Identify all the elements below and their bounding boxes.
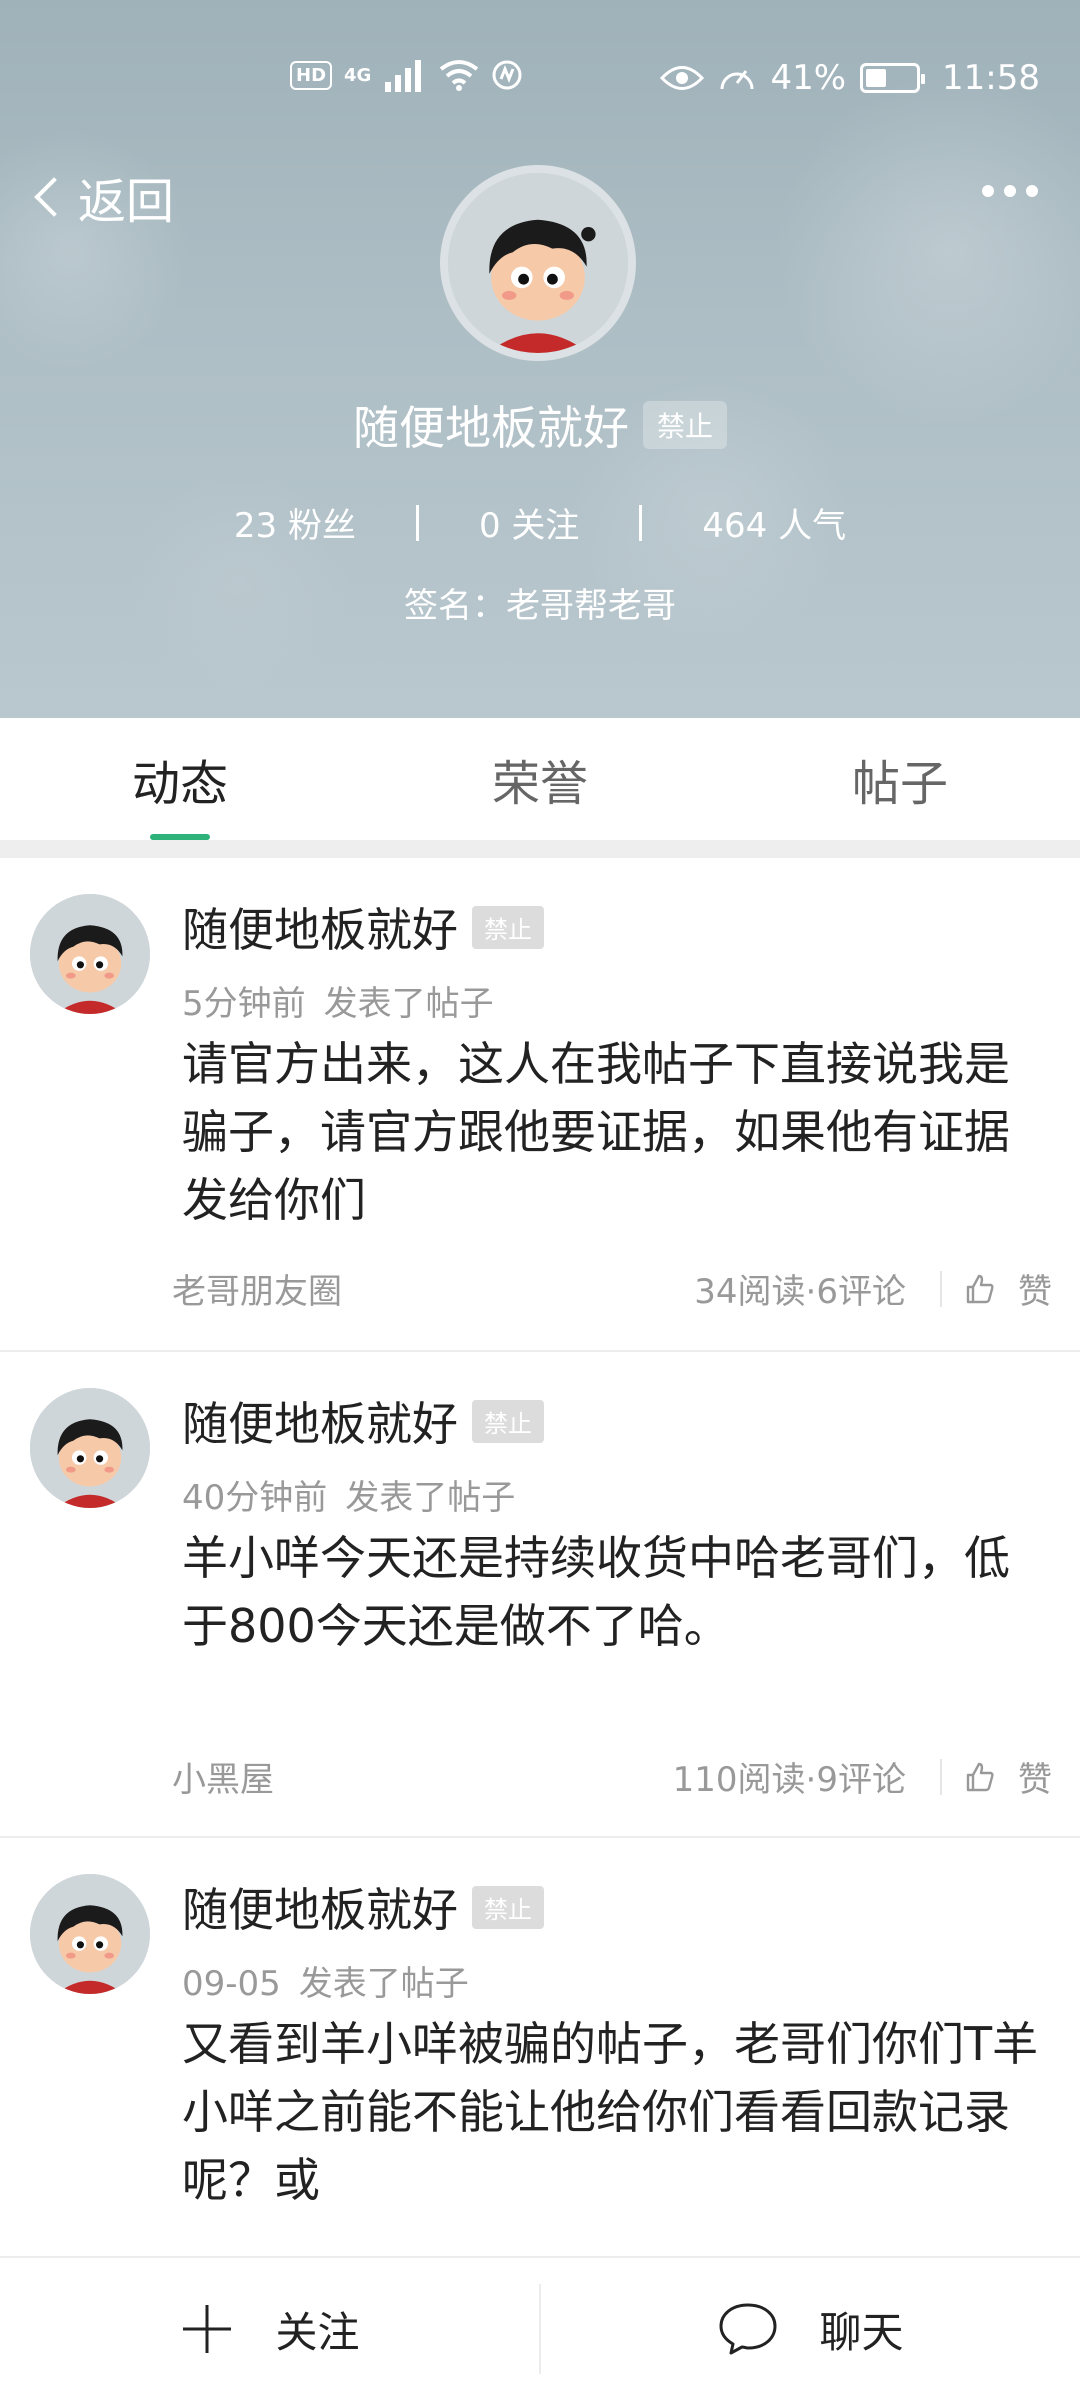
feed-post[interactable]: 随便地板就好 禁止 5分钟前 发表了帖子 请官方出来，这人在我帖子下直接说我是骗子… xyxy=(0,858,1080,1350)
post-author[interactable]: 随便地板就好 xyxy=(182,1874,458,1940)
profile-avatar[interactable] xyxy=(440,165,636,361)
post-author-row: 随便地板就好 禁止 xyxy=(182,894,544,960)
like-button[interactable]: 赞 xyxy=(1018,1752,1052,1801)
post-category[interactable]: 小黑屋 xyxy=(172,1752,673,1801)
post-action: 发表了帖子 xyxy=(298,1964,469,2004)
stat-popularity: 464 人气 xyxy=(642,498,906,547)
status-bar: HD 4G 41% 11:58 xyxy=(0,0,1080,160)
tab-honors[interactable]: 荣誉 xyxy=(360,718,720,840)
post-avatar[interactable] xyxy=(30,894,150,1014)
tab-label: 荣誉 xyxy=(491,756,588,812)
post-stats: 34阅读·6评论 xyxy=(694,1272,906,1312)
thumbs-up-icon[interactable] xyxy=(964,1273,996,1305)
chat-bubble-icon xyxy=(719,2303,777,2355)
tab-activity[interactable]: 动态 xyxy=(0,718,360,840)
post-action: 发表了帖子 xyxy=(323,984,494,1024)
plus-icon xyxy=(183,2305,232,2353)
battery-level xyxy=(866,69,887,87)
stat-followers[interactable]: 23 粉丝 xyxy=(174,498,416,547)
post-body[interactable]: 羊小咩今天还是持续收货中哈老哥们，低于800今天还是做不了哈。 xyxy=(182,1524,1052,1660)
avatar-cartoon-face xyxy=(30,1388,150,1508)
bottom-action-bar: 关注 聊天 xyxy=(0,2256,1080,2400)
network-type: 4G xyxy=(344,64,372,86)
post-author[interactable]: 随便地板就好 xyxy=(182,1388,458,1454)
post-meta: 40分钟前 发表了帖子 xyxy=(182,1470,515,1519)
post-time: 40分钟前 xyxy=(182,1478,328,1518)
stat-value: 23 xyxy=(233,506,278,546)
dot-icon xyxy=(1026,185,1038,197)
profile-name-row: 随便地板就好 禁止 xyxy=(0,392,1080,458)
clock: 11:58 xyxy=(942,58,1040,98)
profile-header: HD 4G 41% 11:58 返回 随便地板就好 禁止 23 粉丝 0 关注 … xyxy=(0,0,1080,718)
profile-signature: 签名：老哥帮老哥 xyxy=(404,586,676,626)
like-divider xyxy=(940,1758,942,1795)
more-options-button[interactable] xyxy=(982,185,1038,197)
tab-label: 帖子 xyxy=(851,756,948,812)
battery-percent: 41% xyxy=(770,58,847,98)
feed-post[interactable]: 随便地板就好 禁止 09-05 发表了帖子 又看到羊小咩被骗的帖子，老哥们你们T羊… xyxy=(0,1838,1080,2256)
follow-label: 关注 xyxy=(275,2307,360,2357)
chat-button[interactable]: 聊天 xyxy=(541,2258,1080,2400)
stat-label: 粉丝 xyxy=(287,506,356,546)
wifi-icon xyxy=(440,60,479,91)
chevron-left-icon xyxy=(34,177,74,217)
avatar-cartoon-face xyxy=(30,894,150,1014)
battery-icon xyxy=(860,63,926,93)
post-time: 5分钟前 xyxy=(182,984,306,1024)
post-stats: 110阅读·9评论 xyxy=(672,1760,906,1800)
eye-icon xyxy=(660,66,705,90)
feed-post[interactable]: 随便地板就好 禁止 40分钟前 发表了帖子 羊小咩今天还是持续收货中哈老哥们，低于… xyxy=(0,1352,1080,1836)
post-action: 发表了帖子 xyxy=(345,1478,516,1518)
profile-tabs: 动态 荣誉 帖子 xyxy=(0,718,1080,840)
post-author-row: 随便地板就好 禁止 xyxy=(182,1388,544,1454)
post-body[interactable]: 请官方出来，这人在我帖子下直接说我是骗子，请官方跟他要证据，如果他有证据发给你们 xyxy=(182,1030,1052,1234)
post-footer: 小黑屋 110阅读·9评论 赞 xyxy=(172,1752,1052,1801)
back-label: 返回 xyxy=(78,174,175,230)
post-author[interactable]: 随便地板就好 xyxy=(182,894,458,960)
stat-label: 关注 xyxy=(511,506,580,546)
post-meta: 09-05 发表了帖子 xyxy=(182,1956,469,2005)
follow-button[interactable]: 关注 xyxy=(0,2258,539,2400)
thumbs-up-icon[interactable] xyxy=(964,1761,996,1793)
post-avatar[interactable] xyxy=(30,1874,150,1994)
stat-value: 0 xyxy=(478,506,501,546)
hd-badge: HD xyxy=(290,60,333,90)
stat-following[interactable]: 0 关注 xyxy=(419,498,639,547)
signal-icon xyxy=(385,60,422,92)
post-category[interactable]: 老哥朋友圈 xyxy=(172,1264,694,1313)
ban-badge: 禁止 xyxy=(472,905,544,949)
dot-icon xyxy=(982,185,994,197)
ban-badge: 禁止 xyxy=(642,401,727,449)
ban-badge: 禁止 xyxy=(472,1885,544,1929)
profile-username: 随便地板就好 xyxy=(352,401,629,455)
chat-label: 聊天 xyxy=(819,2307,904,2357)
avatar-cartoon-face xyxy=(30,1874,150,1994)
post-body[interactable]: 又看到羊小咩被骗的帖子，老哥们你们T羊小咩之前能不能让他给你们看看回款记录呢？或 xyxy=(182,2010,1052,2214)
profile-stats: 23 粉丝 0 关注 464 人气 xyxy=(0,498,1080,547)
speed-icon xyxy=(720,70,754,90)
tab-posts[interactable]: 帖子 xyxy=(720,718,1080,840)
tab-label: 动态 xyxy=(131,756,228,812)
like-divider xyxy=(940,1270,942,1307)
back-button[interactable]: 返回 xyxy=(30,162,174,232)
section-divider xyxy=(0,840,1080,858)
like-button[interactable]: 赞 xyxy=(1018,1264,1052,1313)
stat-value: 464 xyxy=(702,506,768,546)
post-footer: 老哥朋友圈 34阅读·6评论 赞 xyxy=(172,1264,1052,1313)
post-author-row: 随便地板就好 禁止 xyxy=(182,1874,544,1940)
stat-label: 人气 xyxy=(778,506,847,546)
avatar-cartoon-face xyxy=(448,173,628,353)
post-avatar[interactable] xyxy=(30,1388,150,1508)
post-time: 09-05 xyxy=(182,1964,281,2004)
ban-badge: 禁止 xyxy=(472,1399,544,1443)
post-meta: 5分钟前 发表了帖子 xyxy=(182,976,494,1025)
dot-icon xyxy=(1004,185,1016,197)
nfc-icon xyxy=(492,60,522,90)
